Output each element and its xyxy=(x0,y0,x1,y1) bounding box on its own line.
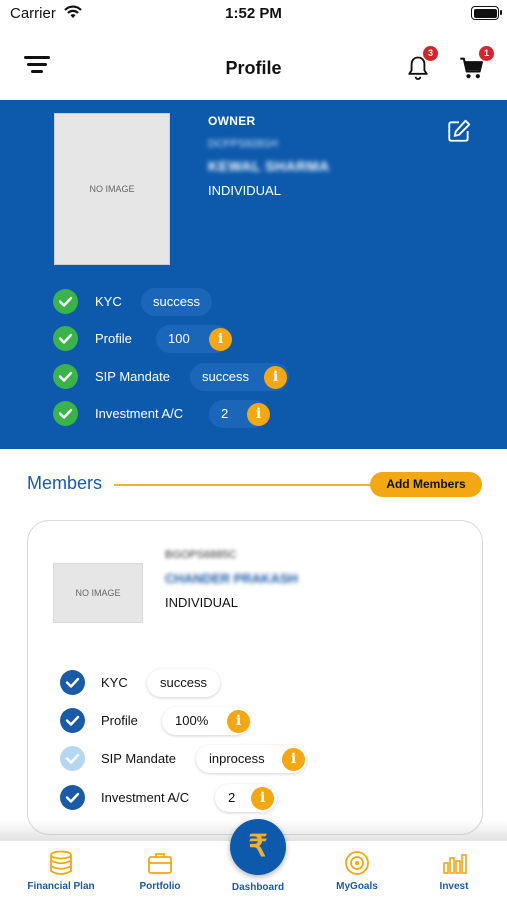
members-title: Members xyxy=(27,473,103,493)
owner-profile-panel: NO IMAGE OWNER DCFPS9281H KEWAL SHARMA I… xyxy=(0,100,507,449)
tab-portfolio[interactable]: Portfolio xyxy=(115,849,205,892)
tab-mygoals[interactable]: MyGoals xyxy=(312,849,402,892)
owner-status-kyc: KYC success xyxy=(53,287,253,317)
owner-type: INDIVIDUAL xyxy=(208,183,281,198)
notifications-button[interactable]: 3 xyxy=(404,46,438,82)
tab-label: Portfolio xyxy=(139,881,181,892)
clock: 1:52 PM xyxy=(225,5,282,22)
cart-button[interactable]: 1 xyxy=(458,46,494,82)
tab-label: Financial Plan xyxy=(27,881,95,892)
status-value: success xyxy=(141,288,212,316)
check-circle-icon xyxy=(53,401,78,426)
member-photo: NO IMAGE xyxy=(53,563,143,623)
member-status-sip-mandate: SIP Mandate inprocess i xyxy=(60,744,340,774)
edit-profile-button[interactable] xyxy=(446,118,472,144)
divider xyxy=(114,484,376,486)
dashboard-button[interactable]: ₹ xyxy=(230,819,286,875)
bar-chart-icon xyxy=(443,854,467,874)
edit-icon xyxy=(448,119,471,142)
tab-label: Invest xyxy=(439,881,469,892)
member-status-profile: Profile 100% i xyxy=(60,706,290,736)
owner-pan: DCFPS9281H xyxy=(208,138,278,150)
member-type: INDIVIDUAL xyxy=(165,595,238,610)
info-icon[interactable]: i xyxy=(264,366,287,389)
rupee-icon: ₹ xyxy=(248,830,268,863)
info-icon[interactable]: i xyxy=(247,403,270,426)
check-circle-icon xyxy=(53,289,78,314)
briefcase-icon xyxy=(148,853,172,874)
target-icon xyxy=(345,851,369,875)
members-section-header: Members Add Members xyxy=(0,470,507,500)
owner-status-investment-ac: Investment A/C 2 i xyxy=(53,399,283,429)
battery-icon xyxy=(471,6,502,20)
check-circle-icon xyxy=(53,364,78,389)
check-circle-icon xyxy=(53,326,78,351)
info-icon[interactable]: i xyxy=(209,328,232,351)
member-name: CHANDER PRAKASH xyxy=(165,571,298,586)
status-label: SIP Mandate xyxy=(101,751,176,766)
tab-dashboard-label[interactable]: Dashboard xyxy=(208,882,308,893)
member-pan: BGOPS6885C xyxy=(165,549,237,561)
owner-status-profile: Profile 100 i xyxy=(53,324,253,354)
owner-role: OWNER xyxy=(208,114,256,128)
tab-invest[interactable]: Invest xyxy=(409,849,499,892)
photo-placeholder-text: NO IMAGE xyxy=(75,588,121,598)
status-label: SIP Mandate xyxy=(95,369,170,384)
info-icon[interactable]: i xyxy=(227,710,250,733)
cart-count-badge: 1 xyxy=(479,46,494,61)
photo-placeholder-text: NO IMAGE xyxy=(89,184,135,194)
owner-photo[interactable]: NO IMAGE xyxy=(54,113,170,265)
check-circle-icon xyxy=(60,785,85,810)
status-value: success xyxy=(147,669,220,697)
status-label: Profile xyxy=(101,713,138,728)
tab-financial-plan[interactable]: Financial Plan xyxy=(16,849,106,892)
member-card[interactable]: NO IMAGE BGOPS6885C CHANDER PRAKASH INDI… xyxy=(27,520,483,835)
status-label: Investment A/C xyxy=(101,790,190,805)
check-circle-icon xyxy=(60,670,85,695)
owner-name: KEWAL SHARMA xyxy=(208,158,330,174)
notification-count-badge: 3 xyxy=(423,46,438,61)
status-label: Investment A/C xyxy=(95,406,184,421)
status-label: Profile xyxy=(95,331,132,346)
check-circle-icon xyxy=(60,708,85,733)
check-circle-icon xyxy=(60,746,85,771)
owner-status-sip-mandate: SIP Mandate success i xyxy=(53,362,303,392)
member-status-investment-ac: Investment A/C 2 i xyxy=(60,783,310,813)
tab-label: MyGoals xyxy=(336,881,378,892)
status-label: KYC xyxy=(95,294,122,309)
add-members-button[interactable]: Add Members xyxy=(370,472,482,497)
info-icon[interactable]: i xyxy=(282,748,305,771)
status-label: KYC xyxy=(101,675,128,690)
info-icon[interactable]: i xyxy=(251,787,274,810)
app-header: Profile 3 1 xyxy=(0,28,507,100)
member-status-kyc: KYC success xyxy=(60,668,260,698)
status-bar: Carrier 1:52 PM xyxy=(0,0,507,28)
coins-icon xyxy=(50,850,72,875)
